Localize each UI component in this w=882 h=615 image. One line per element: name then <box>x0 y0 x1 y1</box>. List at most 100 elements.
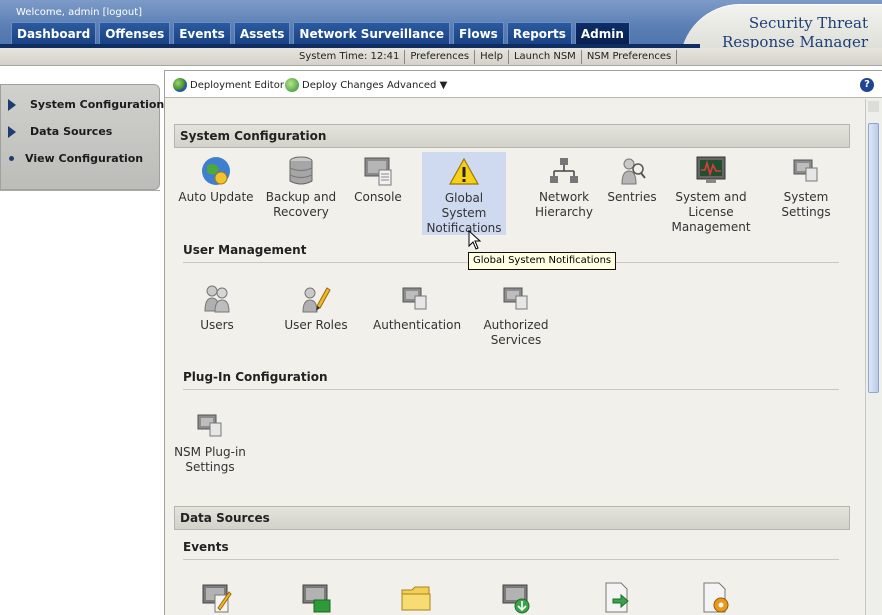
tile-label: Auto Update <box>178 190 254 204</box>
document-gear-icon <box>703 582 729 613</box>
deploy-changes-label: Deploy Changes <box>302 79 384 91</box>
sidebar-item-system-configuration[interactable]: System Configuration <box>1 96 164 114</box>
tile-label: Global System Notifications <box>426 191 502 235</box>
plugin-settings-icon <box>197 414 222 437</box>
scroll-up-button[interactable] <box>868 101 879 112</box>
tile-backup-and-recovery[interactable]: Backup and Recovery <box>259 154 343 220</box>
tile-console[interactable]: Console <box>336 154 420 205</box>
tile-event-3[interactable] <box>374 580 458 614</box>
tile-label: Sentries <box>607 190 657 204</box>
tile-label: User Roles <box>284 318 348 332</box>
tile-event-4[interactable] <box>475 580 559 614</box>
globe-update-icon <box>202 157 230 185</box>
tile-users[interactable]: Users <box>175 282 259 333</box>
folder-icon <box>401 586 431 611</box>
log-source-extension-icon <box>302 584 331 613</box>
log-source-edit-icon <box>202 584 232 613</box>
tile-event-1[interactable] <box>175 580 259 614</box>
system-settings-icon <box>793 159 818 182</box>
admin-content: System Configuration Auto Update Backup … <box>165 99 865 615</box>
tile-system-settings[interactable]: System Settings <box>764 154 848 220</box>
tab-dashboard[interactable]: Dashboard <box>11 22 97 44</box>
mouse-cursor-icon <box>468 230 482 250</box>
deployment-editor-icon <box>173 78 187 92</box>
section-divider <box>183 559 839 560</box>
warning-icon <box>448 157 480 185</box>
section-system-configuration: System Configuration <box>174 124 850 148</box>
tab-reports[interactable]: Reports <box>506 22 572 44</box>
authentication-icon <box>402 287 427 310</box>
authorized-services-icon <box>503 287 528 310</box>
tile-user-roles[interactable]: User Roles <box>274 282 358 333</box>
sidebar: System Configuration Data Sources View C… <box>0 84 164 190</box>
tile-system-and-license-management[interactable]: System and License Management <box>669 154 753 235</box>
console-icon <box>364 157 392 186</box>
bullet-icon <box>9 156 14 161</box>
section-data-sources: Data Sources <box>174 506 850 530</box>
brand-title: Security Threat Response Manager <box>708 14 868 52</box>
tile-label: System and License Management <box>671 190 751 234</box>
deploy-changes-button[interactable]: Deploy Changes <box>285 77 384 93</box>
preferences-link[interactable]: Preferences <box>404 50 474 64</box>
vertical-scrollbar[interactable] <box>865 99 881 615</box>
tile-authorized-services[interactable]: Authorized Services <box>474 282 558 348</box>
tile-label: Authentication <box>373 318 462 332</box>
section-divider <box>183 389 839 390</box>
app-window: Security Threat Response Manager Welcome… <box>0 0 882 615</box>
deploy-changes-icon <box>285 78 299 92</box>
expand-arrow-icon <box>8 126 16 138</box>
user-roles-icon <box>302 287 331 313</box>
utility-bar: System Time: 12:41 Preferences Help Laun… <box>294 50 678 64</box>
subhead-plugin-configuration: Plug-In Configuration <box>183 370 328 384</box>
tab-offenses[interactable]: Offenses <box>99 22 171 44</box>
deployment-editor-button[interactable]: Deployment Editor <box>173 77 284 93</box>
brand-line-1: Security Threat <box>748 14 868 32</box>
nsm-preferences-link[interactable]: NSM Preferences <box>580 50 678 64</box>
tile-label: System Settings <box>781 190 831 219</box>
tile-event-6[interactable] <box>674 580 758 614</box>
sidebar-item-data-sources[interactable]: Data Sources <box>1 123 159 141</box>
system-time: System Time: 12:41 <box>299 51 400 62</box>
tile-event-5[interactable] <box>574 580 658 614</box>
log-source-download-icon <box>502 584 530 614</box>
tile-label: Authorized Services <box>483 318 549 347</box>
scroll-thumb[interactable] <box>868 123 879 393</box>
sidebar-item-label: View Configuration <box>25 152 144 165</box>
document-arrow-icon <box>605 582 629 613</box>
tile-auto-update[interactable]: Auto Update <box>174 154 258 205</box>
network-hierarchy-icon <box>550 158 578 183</box>
tile-nsm-plugin-settings[interactable]: NSM Plug-in Settings <box>168 409 252 475</box>
main-nav: Dashboard Offenses Events Assets Network… <box>11 22 630 44</box>
tab-network-surveillance[interactable]: Network Surveillance <box>293 22 451 44</box>
tile-label: Backup and Recovery <box>265 190 337 219</box>
sidebar-item-label: System Configuration <box>30 98 165 111</box>
database-icon <box>289 156 313 185</box>
sentries-icon <box>621 158 646 185</box>
tab-flows[interactable]: Flows <box>453 22 504 44</box>
users-icon <box>204 285 230 313</box>
tile-global-system-notifications[interactable]: Global System Notifications <box>422 152 506 235</box>
monitor-graph-icon <box>696 156 726 183</box>
help-link[interactable]: Help <box>474 50 508 64</box>
tab-admin[interactable]: Admin <box>574 22 630 44</box>
subhead-user-management: User Management <box>183 243 307 257</box>
sidebar-item-view-configuration[interactable]: View Configuration <box>1 150 159 168</box>
tooltip: Global System Notifications <box>468 252 617 270</box>
expand-arrow-icon <box>8 99 16 111</box>
deployment-editor-label: Deployment Editor <box>190 79 284 91</box>
tile-label: Console <box>354 190 402 204</box>
tile-event-2[interactable] <box>275 580 359 614</box>
advanced-dropdown[interactable]: Advanced ▼ <box>387 77 447 93</box>
tile-sentries[interactable]: Sentries <box>590 154 674 205</box>
tile-label: NSM Plug-in Settings <box>174 445 246 474</box>
subhead-events: Events <box>183 540 229 554</box>
tab-assets[interactable]: Assets <box>233 22 291 44</box>
tile-authentication[interactable]: Authentication <box>373 282 462 333</box>
welcome-text[interactable]: Welcome, admin [logout] <box>16 7 142 18</box>
tile-label: Users <box>200 318 234 332</box>
sidebar-divider <box>0 190 160 191</box>
launch-nsm-link[interactable]: Launch NSM <box>507 50 581 64</box>
tab-events[interactable]: Events <box>173 22 231 44</box>
sidebar-item-label: Data Sources <box>30 125 113 138</box>
help-icon[interactable]: ? <box>860 78 874 92</box>
